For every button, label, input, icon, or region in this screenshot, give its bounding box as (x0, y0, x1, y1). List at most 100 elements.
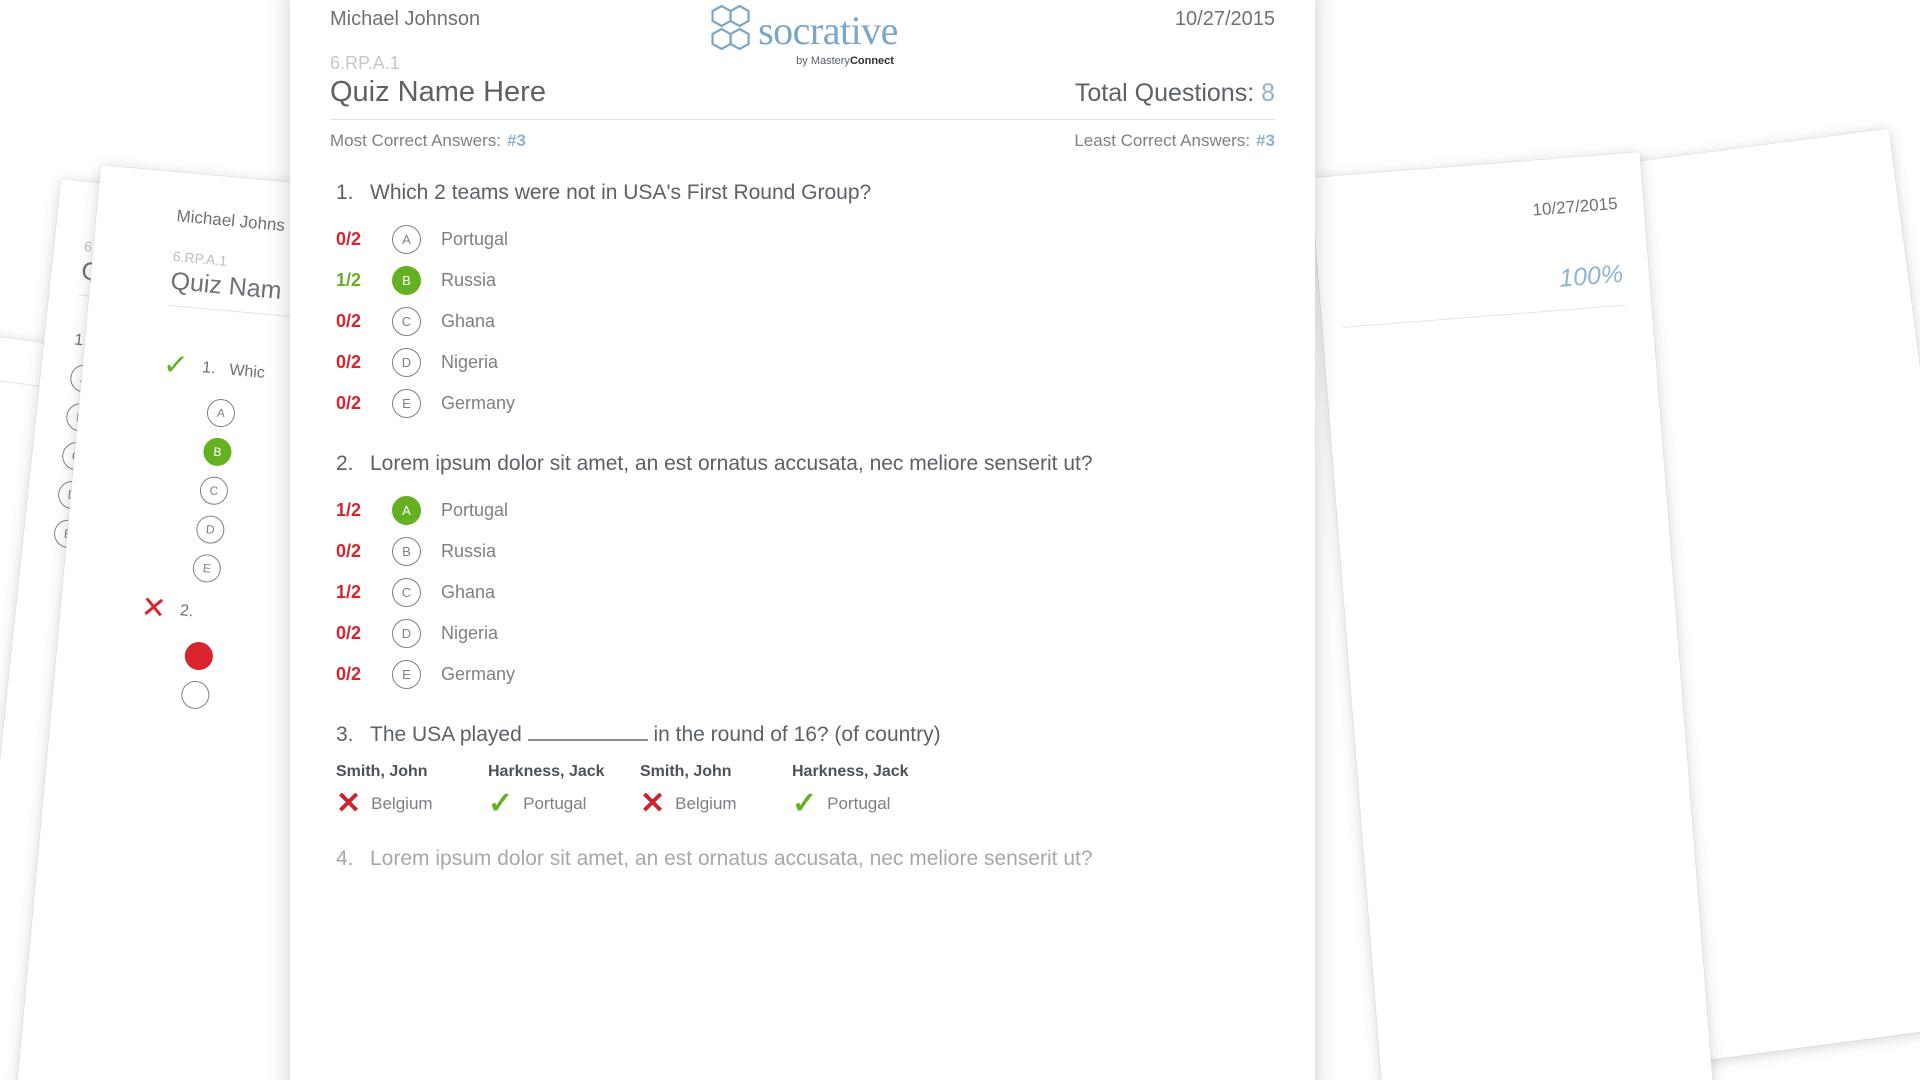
quiz-report-page: Michael Johnson 10/27/2015 socrative by … (290, 0, 1315, 1080)
option-bubble[interactable]: E (392, 660, 421, 689)
total-questions: Total Questions: 8 (1075, 79, 1275, 108)
option-label: Portugal (441, 500, 509, 520)
total-questions-label: Total Questions: (1074, 79, 1255, 107)
questions-list: 1. Which 2 teams were not in USA's First… (330, 181, 1275, 871)
most-correct-stat: Most Correct Answers: #3 (330, 131, 526, 151)
hexagon-cluster-icon (707, 2, 753, 59)
option-label: Ghana (441, 582, 496, 602)
question-text: Which 2 teams were not in USA's First Ro… (370, 181, 872, 204)
option-bubble[interactable]: C (392, 307, 421, 336)
short-answer-responses: Smith, John ✕ Belgium Harkness, Jack ✓ P… (330, 763, 1275, 819)
option-row[interactable]: 0/2 B Russia (330, 531, 1275, 572)
bg1-option-d[interactable]: D (195, 514, 226, 545)
option-row[interactable]: 1/2 B Russia (330, 260, 1275, 301)
bg1-option-b[interactable]: B (202, 436, 233, 468)
question-item: 3. The USA played in the round of 16? (o… (330, 723, 1275, 819)
option-bubble[interactable]: A (392, 496, 421, 525)
bg1-q2-option-a[interactable] (183, 640, 215, 672)
option-bubble[interactable]: C (392, 578, 421, 607)
student-label: Harkness, Jack (792, 763, 909, 780)
least-correct-value: #3 (1256, 131, 1275, 150)
student-label: Harkness, Jack (488, 763, 605, 780)
option-list: 0/2 A Portugal 1/2 B Russia 0/2 C Ghana (330, 219, 1275, 424)
option-label: Nigeria (441, 623, 499, 643)
bgr1-score-percent: 100% (1558, 259, 1625, 293)
socrative-logo[interactable]: socrative by MasteryConnect (707, 2, 898, 67)
response-column: Smith, John ✕ Belgium (640, 763, 792, 819)
most-correct-label: Most Correct Answers: (330, 131, 501, 150)
option-row[interactable]: 0/2 E Germany (330, 654, 1275, 695)
option-label: Germany (441, 393, 516, 413)
check-icon: ✓ (488, 787, 514, 820)
option-label: Nigeria (441, 352, 499, 372)
question-text: Lorem ipsum dolor sit amet, an est ornat… (370, 847, 1093, 870)
option-bubble[interactable]: A (392, 225, 421, 254)
option-label: Russia (441, 270, 497, 290)
option-bubble[interactable]: B (392, 266, 421, 295)
question-text: The USA played in the round of 16? (of c… (370, 723, 941, 747)
bg1-option-e[interactable]: E (191, 553, 223, 584)
bg1-option-c[interactable]: C (198, 475, 230, 506)
option-row[interactable]: 1/2 A Portugal (330, 490, 1275, 531)
option-bubble[interactable]: B (392, 537, 421, 566)
option-score: 0/2 (336, 393, 362, 413)
option-row[interactable]: 0/2 D Nigeria (330, 342, 1275, 383)
option-label: Portugal (441, 229, 509, 249)
option-bubble[interactable]: D (392, 348, 421, 377)
quiz-report-stack: 6.RP Quiz 1. A B C D E Michael Johns 6.R… (0, 0, 1920, 1080)
option-row[interactable]: 0/2 D Nigeria (330, 613, 1275, 654)
option-bubble[interactable]: D (392, 619, 421, 648)
option-bubble[interactable]: E (392, 389, 421, 418)
option-label: Russia (441, 541, 497, 561)
question-text-before-blank: The USA played (370, 723, 522, 746)
option-score: 1/2 (336, 582, 362, 602)
bg1-q2-option-b[interactable] (180, 679, 211, 711)
bg1-q1-check-icon: ✓ (161, 347, 190, 383)
option-score: 0/2 (336, 229, 362, 249)
response-column: Smith, John ✕ Belgium (336, 763, 488, 819)
logo-tagline-prefix: by Mastery (796, 55, 850, 67)
answer-stats-row: Most Correct Answers: #3 Least Correct An… (330, 131, 1275, 151)
response-answer: Belgium (675, 794, 737, 813)
response-answer: Portugal (827, 794, 891, 813)
option-row[interactable]: 0/2 A Portugal (330, 219, 1275, 260)
bg1-option-a[interactable]: A (205, 397, 237, 429)
answer-blank (527, 739, 648, 741)
x-icon: ✕ (336, 787, 362, 820)
question-item: 1. Which 2 teams were not in USA's First… (330, 181, 1275, 424)
question-item: 4. Lorem ipsum dolor sit amet, an est or… (330, 847, 1275, 871)
option-row[interactable]: 1/2 C Ghana (330, 572, 1275, 613)
logo-tagline-bold: Connect (849, 55, 894, 67)
bg1-q2-x-icon: ✕ (139, 590, 168, 626)
option-score: 0/2 (336, 664, 362, 684)
bgr1-date: 10/27/2015 (1531, 193, 1619, 220)
option-score: 0/2 (336, 541, 362, 561)
most-correct-value: #3 (507, 131, 526, 150)
student-label: Smith, John (640, 763, 732, 780)
question-number: 4. (336, 847, 354, 870)
response-column: Harkness, Jack ✓ Portugal (488, 763, 640, 819)
question-text-after-blank: in the round of 16? (of country) (653, 723, 941, 746)
option-score: 0/2 (336, 311, 362, 331)
response-column: Harkness, Jack ✓ Portugal (792, 763, 944, 819)
quiz-title: Quiz Name Here (330, 76, 546, 108)
question-text: Lorem ipsum dolor sit amet, an est ornat… (370, 452, 1093, 475)
question-number: 3. (336, 723, 354, 746)
option-row[interactable]: 0/2 E Germany (330, 383, 1275, 424)
option-row[interactable]: 0/2 C Ghana (330, 301, 1275, 342)
total-questions-value: 8 (1261, 79, 1275, 107)
response-answer: Portugal (523, 794, 587, 813)
report-header: Michael Johnson 10/27/2015 socrative by … (330, 0, 1275, 151)
option-score: 1/2 (336, 270, 362, 290)
header-divider (330, 119, 1275, 120)
question-number: 2. (336, 452, 354, 475)
bg1-q2-number: 2. (179, 602, 195, 621)
response-answer: Belgium (371, 794, 433, 813)
question-item: 2. Lorem ipsum dolor sit amet, an est or… (330, 452, 1275, 695)
report-date: 10/27/2015 (1174, 8, 1275, 30)
question-number: 1. (336, 181, 354, 204)
option-list: 1/2 A Portugal 0/2 B Russia 1/2 C Ghana (330, 490, 1275, 695)
option-label: Germany (441, 664, 516, 684)
student-label: Smith, John (336, 763, 428, 780)
check-icon: ✓ (792, 787, 818, 820)
